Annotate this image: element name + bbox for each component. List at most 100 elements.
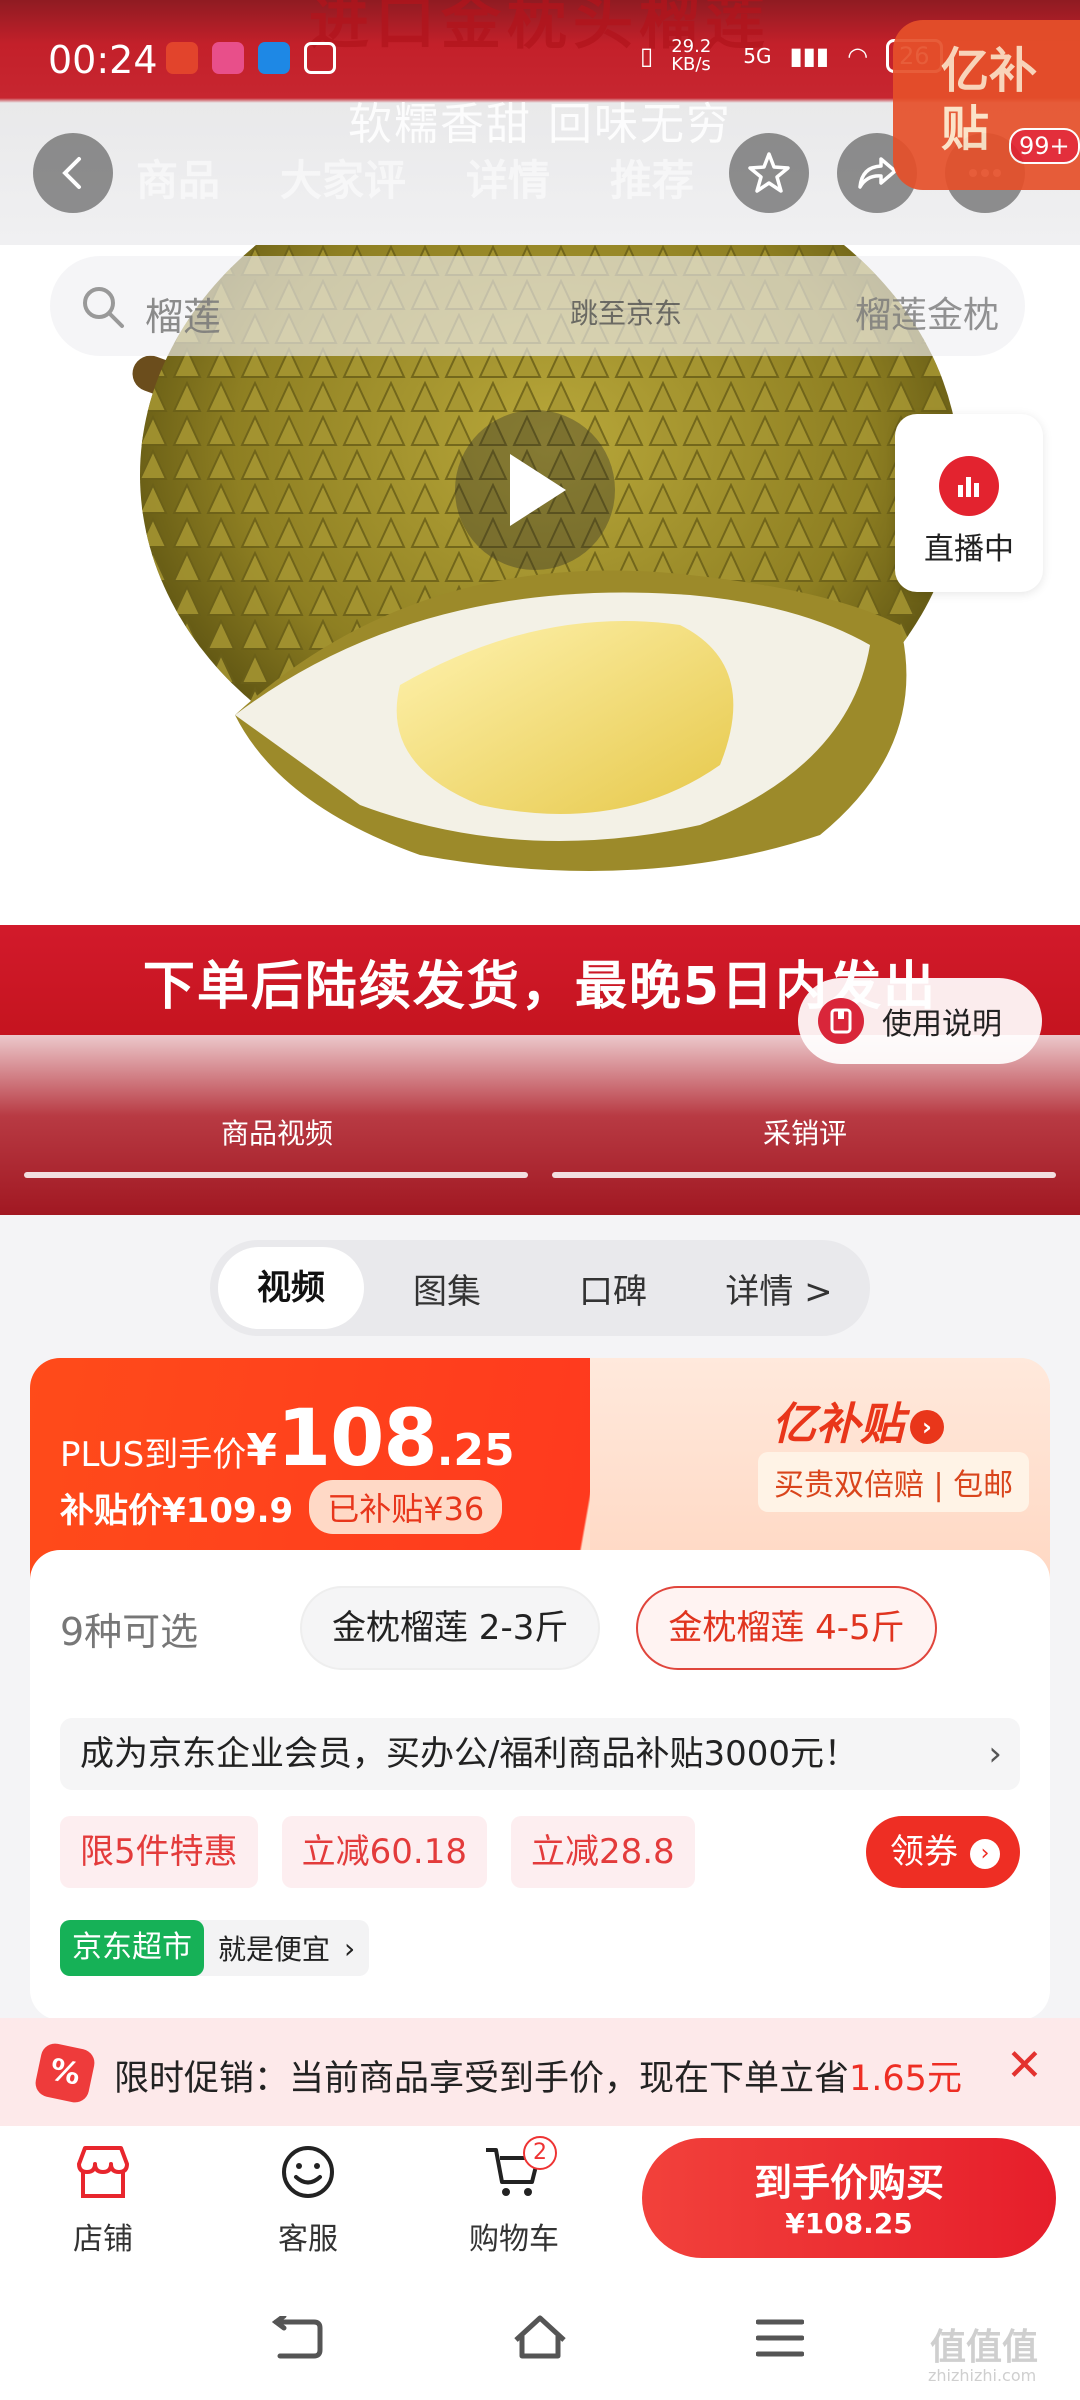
store-icon <box>77 2146 129 2198</box>
sku-card: 9种可选 金枕榴莲 2-3斤 金枕榴莲 4-5斤 成为京东企业会员，买办公/福利… <box>30 1550 1050 2020</box>
chevron-right-icon: › <box>988 1734 1002 1774</box>
usage-guide-button[interactable]: 使用说明 <box>798 978 1042 1064</box>
jd-supermarket-tag[interactable]: 京东超市 就是便宜 › <box>60 1920 370 1976</box>
discount-icon: % <box>32 2040 98 2106</box>
subsidy-price-row: 补贴价¥109.9 已补贴¥36 <box>60 1480 503 1534</box>
search-placeholder: 榴莲 <box>145 295 222 339</box>
book-icon <box>818 998 864 1044</box>
search-icon <box>83 287 124 328</box>
chevron-right-icon: › <box>970 1838 1000 1869</box>
price-currency: ¥ <box>246 1425 277 1476</box>
limited-promo-bar: % 限时促销：当前商品享受到手价，现在下单立省1.65元 ✕ <box>0 2018 1080 2126</box>
back-button[interactable] <box>33 133 113 213</box>
enterprise-member-banner[interactable]: 成为京东企业会员，买办公/福利商品补贴3000元！ › <box>60 1718 1020 1790</box>
subsidy-floating-badge[interactable]: 亿补贴 99+ <box>893 20 1080 190</box>
promo-tag: 立减28.8 <box>510 1816 695 1888</box>
supermarket-label: 京东超市 <box>60 1920 204 1976</box>
limited-promo-amount: 1.65元 <box>849 2059 962 2099</box>
tab-details[interactable]: 详情 <box>466 147 550 208</box>
customer-service-button[interactable]: 客服 <box>243 2142 373 2258</box>
tab-buyer-review-indicator <box>552 1172 1056 1178</box>
cart-count-badge: 2 <box>523 2136 557 2170</box>
favorite-button[interactable] <box>729 133 809 213</box>
cart-label: 购物车 <box>469 2222 559 2257</box>
tab-reviews[interactable]: 大家评 <box>280 147 406 208</box>
usage-guide-label: 使用说明 <box>882 1007 1002 1042</box>
subsidy-price: 补贴价¥109.9 <box>60 1490 294 1531</box>
subsidy-amount-badge: 已补贴¥36 <box>309 1480 503 1534</box>
wifi-icon: ◠ <box>847 42 869 70</box>
shop-button[interactable]: 店铺 <box>38 2142 168 2258</box>
vibrate-icon: ▯ <box>640 42 654 70</box>
subsidy-brand-link[interactable]: 亿补贴 › <box>772 1388 944 1452</box>
play-video-button[interactable] <box>455 410 615 570</box>
app-notification-icon <box>258 42 290 74</box>
tab-buyer-review[interactable]: 采销评 <box>540 1112 1070 1152</box>
tab-product-video[interactable]: 商品视频 <box>12 1112 542 1152</box>
star-icon <box>748 152 790 193</box>
tab-recommend[interactable]: 推荐 <box>610 147 694 208</box>
bottom-action-bar: 店铺 客服 2 购物车 到手价购买 ¥108.25 <box>0 2126 1080 2276</box>
enterprise-member-text: 成为京东企业会员，买办公/福利商品补贴3000元！ <box>80 1734 858 1774</box>
limited-promo-text: 限时促销：当前商品享受到手价，现在下单立省1.65元 <box>114 2050 962 2101</box>
crown-icon <box>304 42 336 74</box>
live-icon <box>939 456 999 516</box>
live-label: 直播中 <box>924 532 1014 567</box>
watermark-url: zhizhizhi.com <box>928 2366 1037 2385</box>
price-decimal: .25 <box>436 1425 515 1476</box>
sku-count[interactable]: 9种可选 <box>60 1601 300 1656</box>
segment-details[interactable]: 详情 > <box>696 1264 862 1313</box>
system-navigation-bar <box>0 2276 1080 2400</box>
buy-now-price: ¥108.25 <box>785 2207 913 2240</box>
shop-label: 店铺 <box>73 2222 133 2257</box>
limited-promo-message: 限时促销：当前商品享受到手价，现在下单立省 <box>114 2059 850 2099</box>
supermarket-slogan: 就是便宜 <box>218 1933 331 1966</box>
app-notification-icon <box>166 42 198 74</box>
plus-price: PLUS到手价¥108.25 <box>60 1394 515 1484</box>
buy-now-button[interactable]: 到手价购买 ¥108.25 <box>642 2138 1056 2258</box>
cart-button[interactable]: 2 购物车 <box>449 2136 579 2258</box>
segment-gallery[interactable]: 图集 <box>364 1264 530 1313</box>
promo-tag: 立减60.18 <box>281 1816 487 1888</box>
search-hint: 跳至京东 <box>570 297 683 330</box>
search-suggestion[interactable]: 榴莲金枕 <box>855 286 999 338</box>
media-segment-control: 视频 图集 口碑 详情 > <box>210 1240 870 1336</box>
tab-product[interactable]: 商品 <box>136 147 220 208</box>
price-integer: 108 <box>276 1394 438 1484</box>
menu-nav-icon[interactable] <box>756 2316 804 2360</box>
subsidy-brand-logo: 亿补贴 <box>772 1399 904 1450</box>
page-nav-tabs: 商品 大家评 详情 推荐 <box>136 147 694 208</box>
sku-options: 9种可选 金枕榴莲 2-3斤 金枕榴莲 4-5斤 <box>60 1586 973 1670</box>
promo-tag: 限5件特惠 <box>60 1816 258 1888</box>
status-time: 00:24 <box>48 38 158 82</box>
chat-smile-icon <box>282 2146 334 2198</box>
product-page: { "status_bar": {"time": "00:24", "net_s… <box>0 0 1080 2400</box>
play-icon <box>510 454 566 526</box>
chevron-right-icon: › <box>344 1931 356 1965</box>
segment-video[interactable]: 视频 <box>218 1247 364 1329</box>
sku-option-selected[interactable]: 金枕榴莲 4-5斤 <box>636 1586 937 1670</box>
chevron-left-icon <box>62 157 81 189</box>
customer-service-label: 客服 <box>278 2222 338 2257</box>
subsidy-badge-count: 99+ <box>1009 128 1080 164</box>
watermark: 值值值 <box>930 2327 1039 2368</box>
signal-icon: ▮▮▮ <box>789 42 830 70</box>
notification-icons <box>166 42 336 74</box>
home-nav-icon[interactable] <box>512 2312 568 2362</box>
chevron-right-icon: › <box>910 1410 944 1444</box>
plus-price-label: PLUS到手价 <box>60 1435 247 1475</box>
guarantee-tag: 买贵双倍赔 | 包邮 <box>758 1452 1030 1512</box>
tab-product-video-indicator <box>24 1172 528 1178</box>
back-nav-icon[interactable] <box>270 2316 324 2360</box>
live-stream-button[interactable]: 直播中 <box>895 414 1043 592</box>
sku-option[interactable]: 金枕榴莲 2-3斤 <box>300 1586 601 1670</box>
promo-tags: 限5件特惠 立减60.18 立减28.8 <box>60 1816 719 1888</box>
network-type: 5G <box>743 44 772 68</box>
buy-now-label: 到手价购买 <box>753 2161 944 2205</box>
close-icon[interactable]: ✕ <box>1006 2040 1043 2091</box>
segment-reputation[interactable]: 口碑 <box>530 1264 696 1313</box>
get-coupon-label: 领券 <box>890 1832 958 1872</box>
network-speed: 29.2 KB/s <box>671 36 712 75</box>
app-notification-icon <box>212 42 244 74</box>
get-coupon-button[interactable]: 领券 › <box>866 1816 1020 1888</box>
